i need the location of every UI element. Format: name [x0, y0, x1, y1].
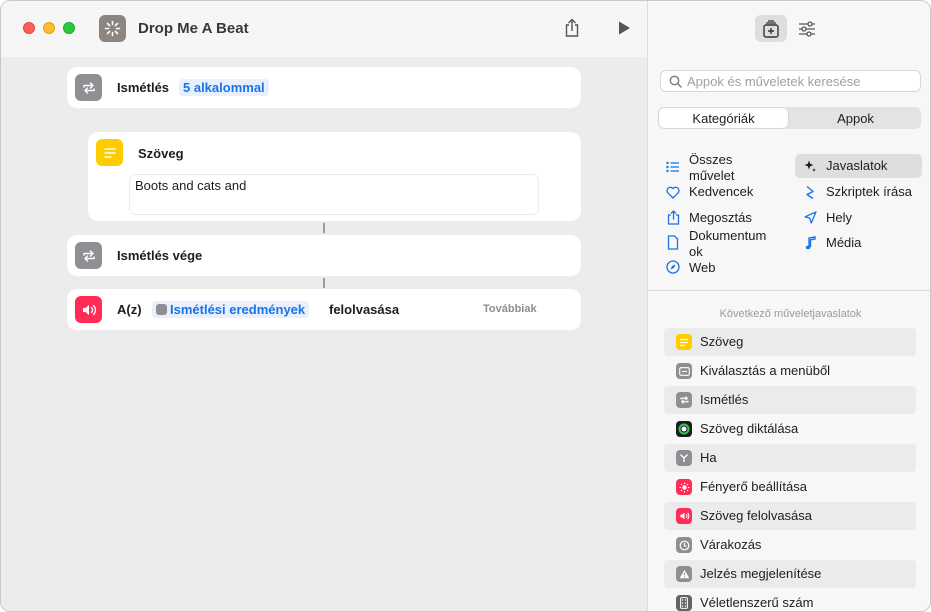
suggestion-label: Fényerő beállítása [700, 479, 807, 494]
repeat-icon [75, 242, 102, 269]
if-icon [676, 450, 692, 466]
repeat-icon [676, 392, 692, 408]
editor-pane: Drop Me A Beat Ismétlés 5 alkalommal Szö… [1, 1, 647, 611]
suggestions-heading: Következő műveletjavaslatok [719, 308, 862, 320]
text-input-field[interactable]: Boots and cats and [129, 174, 539, 215]
text-action[interactable]: Szöveg Boots and cats and [88, 132, 581, 221]
repeat-count-token[interactable]: 5 alkalommal [179, 79, 269, 96]
suggestion-label: Szöveg felolvasása [700, 508, 813, 523]
text-icon [676, 334, 692, 350]
action-library-button[interactable] [755, 15, 787, 42]
sliders-icon [799, 20, 815, 37]
suggestion-item[interactable]: Véletlenszerű szám [664, 589, 916, 611]
speak-prefix: A(z) [117, 302, 142, 317]
dictate-icon [676, 421, 692, 437]
suggestion-label: Ha [700, 450, 717, 465]
list-icon [666, 160, 680, 174]
random-icon [676, 595, 692, 611]
suggestion-label: Jelzés megjelenítése [700, 566, 822, 581]
music-icon [803, 236, 817, 250]
end-repeat-action[interactable]: Ismétlés vége [67, 235, 581, 276]
category-label: Dokumentum ok [689, 228, 767, 259]
suggestion-label: Véletlenszerű szám [700, 595, 814, 610]
category-label: Összes művelet [689, 152, 735, 183]
text-action-label: Szöveg [138, 146, 184, 161]
close-window-button[interactable] [23, 22, 35, 34]
speak-text-action[interactable]: A(z) Ismétlési eredmények felolvasása To… [67, 289, 581, 330]
speaker-icon [75, 296, 102, 323]
action-canvas: Ismétlés 5 alkalommal Szöveg Boots and c… [1, 57, 647, 611]
section-divider [648, 290, 930, 291]
show-more-button[interactable]: Továbbiak [483, 303, 537, 315]
suggestion-label: Szöveg [700, 334, 744, 349]
library-segmented-control: Kategóriák Appok [658, 107, 921, 129]
library-add-icon [763, 19, 779, 38]
suggestion-item[interactable]: Ha [664, 444, 916, 472]
suggestion-item[interactable]: Szöveg felolvasása [664, 502, 916, 530]
share-icon [565, 18, 579, 37]
category-label: Szkriptek írása [826, 184, 912, 199]
compass-icon [666, 260, 680, 274]
share-icon [666, 209, 680, 225]
heart-icon [666, 185, 680, 199]
suggestion-item[interactable]: Ismétlés [664, 386, 916, 414]
text-icon [96, 139, 123, 166]
end-repeat-label: Ismétlés vége [117, 248, 203, 263]
suggestion-item[interactable]: Szöveg diktálása [664, 415, 916, 443]
timer-icon [676, 537, 692, 553]
tab-apps[interactable]: Appok [791, 108, 920, 128]
minimize-window-button[interactable] [43, 22, 55, 34]
brightness-icon [676, 479, 692, 495]
window-title: Drop Me A Beat [138, 20, 249, 37]
repeat-results-token[interactable]: Ismétlési eredmények [152, 301, 310, 318]
suggestion-label: Szöveg diktálása [700, 421, 799, 436]
repeat-icon [75, 74, 102, 101]
sparkle-icon [803, 159, 817, 173]
suggestion-label: Várakozás [700, 537, 762, 552]
repeat-action[interactable]: Ismétlés 5 alkalommal [67, 67, 581, 108]
suggestion-item[interactable]: Kiválasztás a menüből [664, 357, 916, 385]
category-label: Hely [826, 210, 853, 225]
action-library-pane: Kategóriák Appok Összes művelet Kedvence… [647, 1, 930, 611]
repeat-results-label: Ismétlési eredmények [170, 302, 306, 317]
title-bar: Drop Me A Beat [1, 1, 647, 57]
script-icon [803, 185, 817, 199]
library-toolbar [648, 1, 930, 57]
category-label: Web [689, 260, 716, 275]
category-label: Média [826, 235, 862, 250]
repeat-label: Ismétlés [117, 80, 170, 95]
menu-icon [676, 363, 692, 379]
alert-icon [676, 566, 692, 582]
location-icon [803, 210, 817, 224]
search-input[interactable] [687, 73, 915, 90]
action-search-field[interactable] [660, 70, 921, 92]
share-button[interactable] [561, 17, 583, 39]
suggestion-label: Kiválasztás a menüből [700, 363, 831, 378]
shortcut-icon[interactable] [99, 15, 126, 42]
tab-categories[interactable]: Kategóriák [659, 108, 788, 128]
suggestion-item[interactable]: Fényerő beállítása [664, 473, 916, 501]
zoom-window-button[interactable] [63, 22, 75, 34]
text-input-value: Boots and cats and [135, 178, 247, 193]
suggestion-item[interactable]: Jelzés megjelenítése [664, 560, 916, 588]
connector-line [323, 278, 325, 288]
suggestion-item[interactable]: Szöveg [664, 328, 916, 356]
run-button[interactable] [613, 17, 635, 39]
speaker-icon [676, 508, 692, 524]
suggestion-label: Ismétlés [700, 392, 749, 407]
suggestion-item[interactable]: Várakozás [664, 531, 916, 559]
category-label: Javaslatok [826, 158, 888, 173]
document-icon [666, 234, 680, 250]
category-label: Kedvencek [689, 184, 754, 199]
search-icon [669, 75, 682, 88]
settings-button[interactable] [791, 15, 823, 42]
category-label: Megosztás [689, 210, 752, 225]
speak-suffix: felolvasása [329, 302, 400, 317]
repeat-icon [156, 304, 167, 315]
connector-line [323, 223, 325, 233]
shortcuts-window: Drop Me A Beat Ismétlés 5 alkalommal Szö… [0, 0, 931, 612]
play-icon [619, 21, 630, 35]
